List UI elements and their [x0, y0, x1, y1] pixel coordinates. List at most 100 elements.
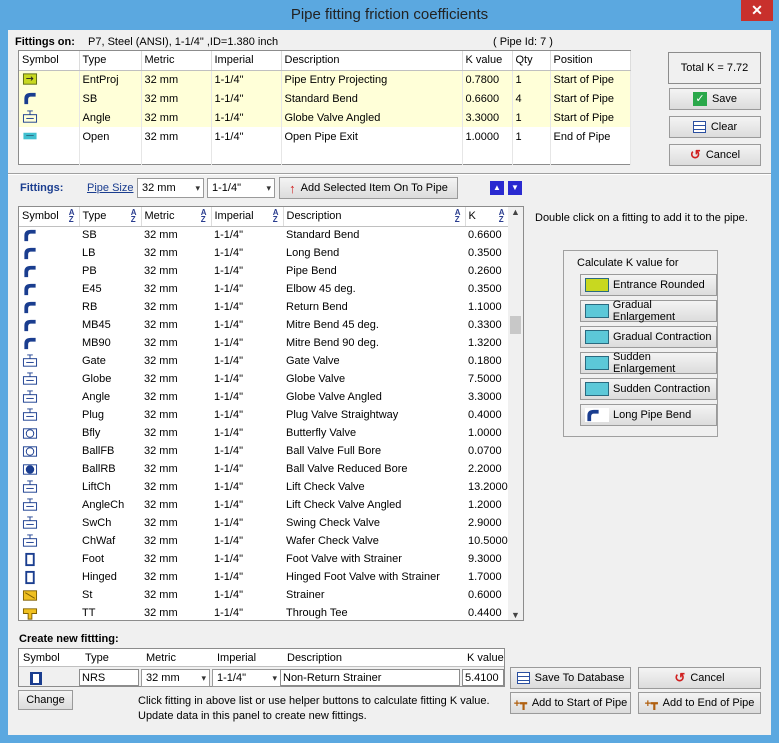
fittings-list-grid[interactable]: Symbol A Z Type A Z Metric A Z Imperial A Z Descript… [18, 206, 524, 621]
pipe-col-header[interactable]: Imperial [211, 51, 282, 71]
new-imperial-select[interactable]: 1-1/4" ▾ [212, 669, 281, 687]
pipe-fitting-row[interactable]: Open 32 mm 1-1/4" Open Pipe Exit 1.0000 1 End … [19, 127, 631, 146]
fitting-list-row[interactable]: Bfly 32 mm 1-1/4" Butterfly Valve 1.0000 [19, 424, 509, 442]
pipe-fitting-row[interactable]: Angle 32 mm 1-1/4" Globe Valve Angled 3.3000… [19, 108, 631, 127]
fitting-list-row[interactable]: BallRB 32 mm 1-1/4" Ball Valve Reduced Bore… [19, 460, 509, 478]
fitting-list-row[interactable]: E45 32 mm 1-1/4" Elbow 45 deg. 0.3500 [19, 280, 509, 298]
pipe-cell-qty: 4 [512, 89, 551, 108]
calc-button-label: Entrance Rounded [613, 279, 705, 291]
list-cell-type: Plug [82, 409, 105, 421]
save-to-database-button[interactable]: Save To Database [510, 667, 631, 689]
pipe-col-header[interactable]: K value [462, 51, 513, 71]
scroll-thumb[interactable] [510, 316, 521, 334]
add-to-end-button[interactable]: +┳ Add to End of Pipe [638, 692, 761, 714]
fittings-on-label: Fittings on: [15, 36, 75, 48]
pipe-cell-imperial: 1-1/4" [211, 108, 282, 127]
list-col-header[interactable]: Description A Z [283, 207, 466, 227]
fitting-list-row[interactable]: ChWaf 32 mm 1-1/4" Wafer Check Valve 10.5000 [19, 532, 509, 550]
pipe-col-header[interactable]: Symbol [19, 51, 80, 71]
fitting-list-row[interactable]: St 32 mm 1-1/4" Strainer 0.6000 [19, 586, 509, 604]
calc-button-sudden-contraction[interactable]: Sudden Contraction [580, 378, 717, 400]
fittings-metric-select[interactable]: 32 mm ▾ [137, 178, 204, 198]
fitting-list-row[interactable]: Plug 32 mm 1-1/4" Plug Valve Straightway 0.4… [19, 406, 509, 424]
scroll-down-icon[interactable]: ▼ [508, 610, 523, 620]
save-button[interactable]: ✓ Save [669, 88, 761, 110]
fitting-list-row[interactable]: BallFB 32 mm 1-1/4" Ball Valve Full Bore 0.0… [19, 442, 509, 460]
sort-az-icon[interactable]: AZ [273, 209, 279, 224]
sort-az-icon[interactable]: AZ [131, 209, 137, 224]
double-click-hint: Double click on a fitting to add it to t… [535, 212, 748, 224]
clear-button[interactable]: Clear [669, 116, 761, 138]
scroll-up-icon[interactable]: ▲ [508, 207, 523, 217]
fitting-list-row[interactable]: Hinged 32 mm 1-1/4" Hinged Foot Valve with … [19, 568, 509, 586]
change-label: Change [26, 694, 65, 706]
fitting-list-row[interactable]: Globe 32 mm 1-1/4" Globe Valve 7.5000 [19, 370, 509, 388]
add-selected-button[interactable]: ↑ Add Selected Item On To Pipe [279, 177, 458, 199]
add-selected-label: Add Selected Item On To Pipe [300, 182, 448, 194]
fitting-list-row[interactable]: PB 32 mm 1-1/4" Pipe Bend 0.2600 [19, 262, 509, 280]
list-col-header[interactable]: Type A Z [79, 207, 142, 227]
fitting-list-row[interactable]: MB45 32 mm 1-1/4" Mitre Bend 45 deg. 0.3300 [19, 316, 509, 334]
calc-button-gradual-enlargement[interactable]: Gradual Enlargement [580, 299, 717, 323]
pipe-size-link[interactable]: Pipe Size [87, 182, 133, 194]
move-down-button[interactable]: ▼ [508, 181, 522, 195]
fittings-imperial-select[interactable]: 1-1/4" ▾ [207, 178, 275, 198]
client-area: Fittings on: P7, Steel (ANSI), 1-1/4" ,I… [8, 30, 771, 735]
sort-az-icon[interactable]: AZ [69, 209, 75, 224]
list-cell-desc: Hinged Foot Valve with Strainer [286, 571, 440, 583]
pipe-fitting-row[interactable]: SB 32 mm 1-1/4" Standard Bend 0.6600 4 Start o… [19, 89, 631, 108]
list-cell-imperial: 1-1/4" [214, 391, 243, 403]
list-col-header[interactable]: K AZ [465, 207, 510, 227]
fitting-list-row[interactable]: LB 32 mm 1-1/4" Long Bend 0.3500 [19, 244, 509, 262]
create-col-header: Imperial [217, 652, 257, 664]
fitting-list-row[interactable]: Angle 32 mm 1-1/4" Globe Valve Angled 3.3000 [19, 388, 509, 406]
lift-check-angled-icon [22, 497, 40, 513]
fitting-list-row[interactable]: LiftCh 32 mm 1-1/4" Lift Check Valve 13.2000 [19, 478, 509, 496]
fitting-list-row[interactable]: Gate 32 mm 1-1/4" Gate Valve 0.1800 [19, 352, 509, 370]
fitting-list-row[interactable]: SB 32 mm 1-1/4" Standard Bend 0.6600 [19, 226, 509, 244]
fitting-list-row[interactable]: TT 32 mm 1-1/4" Through Tee 0.4400 [19, 604, 509, 620]
list-col-header[interactable]: Symbol A Z [19, 207, 80, 227]
sort-az-icon[interactable]: AZ [499, 209, 505, 224]
pipe-col-header[interactable]: Qty [512, 51, 551, 71]
calc-button-long-pipe-bend[interactable]: Long Pipe Bend [580, 404, 717, 426]
list-cell-type: MB45 [82, 319, 111, 331]
undo-icon: ↺ [689, 147, 701, 162]
new-type-input[interactable] [79, 669, 139, 686]
fitting-shape-icon [585, 278, 609, 292]
list-cell-metric: 32 mm [144, 427, 178, 439]
close-button[interactable]: ✕ [741, 0, 773, 21]
calc-button-sudden-enlargement[interactable]: Sudden Enlargement [580, 351, 717, 375]
pipe-fitting-row[interactable]: EntProj 32 mm 1-1/4" Pipe Entry Projecting 0… [19, 70, 631, 89]
new-metric-select[interactable]: 32 mm ▾ [141, 669, 210, 687]
list-scrollbar[interactable]: ▲ ▼ [508, 207, 523, 620]
fitting-list-row[interactable]: AngleCh 32 mm 1-1/4" Lift Check Valve Angle… [19, 496, 509, 514]
fitting-list-row[interactable]: SwCh 32 mm 1-1/4" Swing Check Valve 2.9000 [19, 514, 509, 532]
pipe-col-header[interactable]: Type [79, 51, 142, 71]
pipe-col-header[interactable]: Metric [141, 51, 212, 71]
sort-az-icon[interactable]: AZ [455, 209, 461, 224]
list-col-header[interactable]: Imperial A Z [211, 207, 284, 227]
calc-button-gradual-contraction[interactable]: Gradual Contraction [580, 326, 717, 348]
change-button[interactable]: Change [18, 690, 73, 710]
sort-az-icon[interactable]: AZ [201, 209, 207, 224]
create-cancel-button[interactable]: ↺ Cancel [638, 667, 761, 689]
create-help-line1: Click fitting in above list or use helpe… [138, 695, 490, 707]
cancel-button[interactable]: ↺ Cancel [669, 144, 761, 166]
pipe-col-header[interactable]: Description [281, 51, 463, 71]
new-description-input[interactable] [280, 669, 460, 686]
pipe-cell-type: Open [79, 127, 142, 146]
mitre-bend-90-icon [22, 336, 40, 351]
pipe-fittings-grid[interactable]: Symbol Type Metric Imperial Description K val… [18, 50, 631, 165]
calc-button-entrance-rounded[interactable]: Entrance Rounded [580, 274, 717, 296]
fitting-shape-icon [585, 330, 609, 344]
add-to-start-button[interactable]: +┳ Add to Start of Pipe [510, 692, 631, 714]
fitting-list-row[interactable]: RB 32 mm 1-1/4" Return Bend 1.1000 [19, 298, 509, 316]
fitting-list-row[interactable]: MB90 32 mm 1-1/4" Mitre Bend 90 deg. 1.3200 [19, 334, 509, 352]
pipe-cell-pos: Start of Pipe [550, 89, 631, 108]
new-k-input[interactable] [462, 669, 504, 686]
fitting-list-row[interactable]: Foot 32 mm 1-1/4" Foot Valve with Strainer 9… [19, 550, 509, 568]
list-col-header[interactable]: Metric A Z [141, 207, 212, 227]
move-up-button[interactable]: ▲ [490, 181, 504, 195]
pipe-col-header[interactable]: Position [550, 51, 631, 71]
